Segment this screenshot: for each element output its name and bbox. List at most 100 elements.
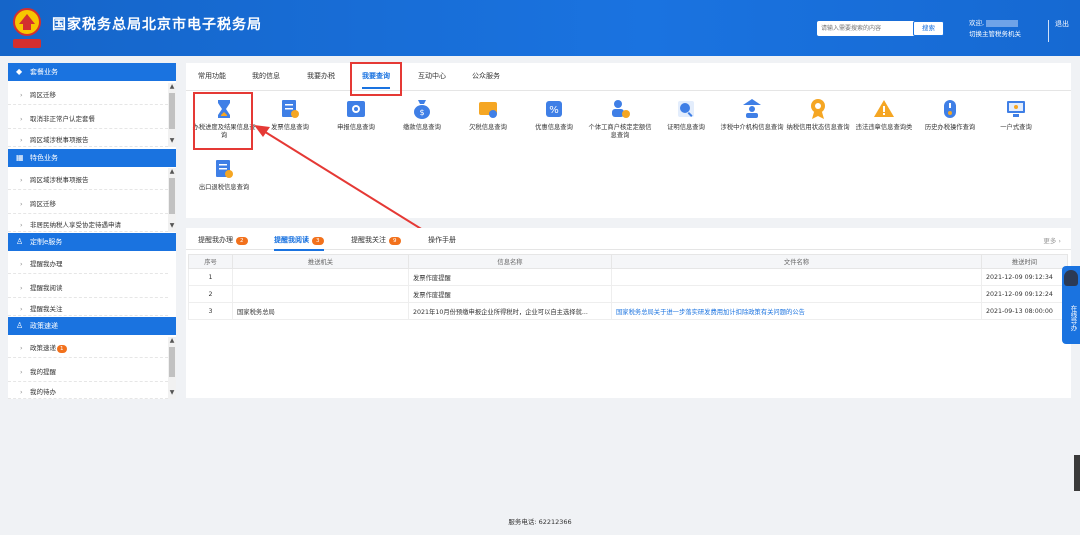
- scroll-down-icon[interactable]: ▼: [168, 137, 176, 145]
- function-tile[interactable]: % 优惠信息查询: [521, 97, 587, 132]
- tab-remind-handle[interactable]: 提醒我办理 2: [198, 235, 248, 245]
- table-row[interactable]: 2 发票作废提醒 2021-12-09 09:12:24: [188, 285, 1068, 303]
- scroll-up-icon[interactable]: ▲: [168, 337, 176, 345]
- function-tile[interactable]: 违法违章信息查询类: [851, 97, 917, 132]
- function-tile[interactable]: 出口退税信息查询: [191, 157, 257, 192]
- tab-my-info[interactable]: 我的信息: [252, 71, 280, 81]
- sidebar-item[interactable]: 提醒我阅读: [8, 278, 168, 298]
- svg-text:$: $: [419, 108, 424, 117]
- top-header: 国家税务总局北京市电子税务局 搜索 欢迎, 切换主管税务机关 退出: [0, 0, 1080, 56]
- tab-interaction[interactable]: 互动中心: [418, 71, 446, 81]
- function-label: 历史办税操作查询: [924, 124, 976, 131]
- table-row[interactable]: 3 国家税务总局 2021年10月份预缴申报企业所得税时，企业可以自主选择就..…: [188, 302, 1068, 320]
- sidebar-section-special[interactable]: ▦ 特色业务: [8, 149, 176, 167]
- sidebar-item[interactable]: 我的提醒: [8, 362, 168, 382]
- site-title: 国家税务总局北京市电子税务局: [52, 17, 262, 33]
- sidebar-item[interactable]: 提醒我办理: [8, 254, 168, 274]
- function-label: 一户式查询: [1000, 124, 1032, 131]
- scroll-thumb[interactable]: [169, 178, 175, 214]
- function-label: 纳税信用状态信息查询: [786, 124, 850, 131]
- function-tile[interactable]: 发票信息查询: [257, 97, 323, 132]
- query-panel: 常用功能 我的信息 我要办税 我要查询 互动中心 公众服务 办税进度及结果信息查…: [186, 62, 1071, 218]
- svg-text:%: %: [549, 105, 559, 116]
- reminder-table: 序号 推送机关 信息名称 文件名称 推送时间 1 发票作废提醒 2021-12-…: [188, 254, 1068, 320]
- highlight-box: [193, 92, 253, 150]
- scroll-thumb[interactable]: [169, 347, 175, 377]
- package-icon: ◆: [16, 67, 23, 76]
- tax-emblem-logo: [13, 8, 41, 48]
- function-tile[interactable]: $ 缴款信息查询: [389, 97, 455, 132]
- user-name-redacted: [986, 19, 1019, 27]
- agency-icon: [743, 99, 761, 118]
- function-label: 申报信息查询: [337, 124, 375, 131]
- assistant-avatar-icon: [1064, 270, 1078, 286]
- sidebar-item[interactable]: 提醒我关注: [8, 302, 168, 316]
- user-icon: ♙: [16, 321, 24, 330]
- sidebar-section-packages[interactable]: ◆ 套餐业务: [8, 63, 176, 81]
- scrollbar[interactable]: ▲ ▼: [168, 168, 176, 232]
- function-label: 欠税信息查询: [469, 124, 507, 131]
- function-label: 涉税中介机构信息查询: [720, 124, 784, 131]
- logout-link[interactable]: 退出: [1055, 19, 1069, 29]
- count-badge: 2: [236, 237, 248, 245]
- sidebar-item[interactable]: 我的待办: [8, 386, 168, 399]
- tab-remind-read[interactable]: 提醒我阅读 3: [274, 235, 324, 251]
- sidebar-section-policy[interactable]: ♙ 政策速递: [8, 317, 176, 335]
- function-tile[interactable]: 欠税信息查询: [455, 97, 521, 132]
- sidebar-item[interactable]: 政策速递1: [8, 338, 168, 358]
- warning-icon: [874, 100, 894, 117]
- count-badge: 3: [312, 237, 324, 245]
- count-badge: 9: [389, 237, 401, 245]
- credit-medal-icon: [811, 99, 825, 119]
- sidebar-item[interactable]: 跨区域涉税事项报告: [8, 133, 168, 147]
- tab-remind-follow[interactable]: 提醒我关注 9: [351, 235, 401, 245]
- function-tile[interactable]: 证明信息查询: [653, 97, 719, 132]
- export-refund-icon: [216, 160, 233, 178]
- history-icon: [944, 100, 956, 118]
- sidebar: ◆套餐业务 跨区迁移 取消非正常户认定套餐 跨区域涉税事项报告 ▲ ▼ ▦特色业…: [8, 63, 176, 399]
- tab-manual[interactable]: 操作手册: [428, 235, 456, 245]
- payment-bag-icon: $: [414, 100, 430, 119]
- tab-common[interactable]: 常用功能: [198, 71, 226, 81]
- tab-tax-handling[interactable]: 我要办税: [307, 71, 335, 81]
- scroll-down-icon[interactable]: ▼: [168, 222, 176, 230]
- main-tabs: 常用功能 我的信息 我要办税 我要查询 互动中心 公众服务: [186, 62, 1071, 96]
- sidebar-item[interactable]: 跨区迁移: [8, 194, 168, 214]
- reminder-panel: 提醒我办理 2 提醒我阅读 3 提醒我关注 9 操作手册 更多 › 序号 推送机关 信…: [186, 228, 1071, 398]
- online-guide-button[interactable]: 在线导办: [1062, 266, 1080, 344]
- side-handle[interactable]: [1074, 455, 1080, 491]
- scroll-thumb[interactable]: [169, 93, 175, 129]
- declaration-search-icon: [347, 101, 365, 117]
- switch-tax-authority-link[interactable]: 切换主管税务机关: [969, 29, 1021, 40]
- invoice-search-icon: [282, 100, 299, 118]
- sidebar-section-custom[interactable]: ♙ 定制e服务: [8, 233, 176, 251]
- discount-tag-icon: %: [546, 101, 562, 117]
- sidebar-item[interactable]: 跨区迁移: [8, 85, 168, 105]
- search-input[interactable]: [817, 21, 917, 36]
- search-button[interactable]: 搜索: [913, 21, 944, 36]
- function-label: 出口退税信息查询: [198, 184, 250, 191]
- column-header: 文件名称: [611, 254, 982, 269]
- reminder-tabs: 提醒我办理 2 提醒我阅读 3 提醒我关注 9 操作手册 更多 ›: [186, 228, 1071, 251]
- function-tile[interactable]: 历史办税操作查询: [917, 97, 983, 132]
- function-tile[interactable]: 纳税信用状态信息查询: [785, 97, 851, 132]
- scrollbar[interactable]: ▲ ▼: [168, 337, 176, 399]
- scroll-down-icon[interactable]: ▼: [168, 389, 176, 397]
- function-tile[interactable]: 一户式查询: [983, 97, 1049, 132]
- sidebar-item[interactable]: 非居民纳税人享受协定待遇申请: [8, 218, 168, 232]
- function-tile[interactable]: 个体工商户核定定额信息查询: [587, 97, 653, 140]
- function-tile[interactable]: 涉税中介机构信息查询: [719, 97, 785, 132]
- sidebar-item[interactable]: 取消非正常户认定套餐: [8, 109, 168, 129]
- function-label: 违法违章信息查询类: [855, 124, 913, 131]
- highlight-box: [350, 62, 402, 96]
- function-label: 个体工商户核定定额信息查询: [588, 124, 652, 139]
- function-tile[interactable]: 申报信息查询: [323, 97, 389, 132]
- scroll-up-icon[interactable]: ▲: [168, 83, 176, 91]
- function-label: 证明信息查询: [667, 124, 705, 131]
- sidebar-item[interactable]: 跨区域涉税事项报告: [8, 170, 168, 190]
- more-link[interactable]: 更多 ›: [1043, 235, 1061, 245]
- tab-public-service[interactable]: 公众服务: [472, 71, 500, 81]
- table-row[interactable]: 1 发票作废提醒 2021-12-09 09:12:34: [188, 268, 1068, 286]
- scrollbar[interactable]: ▲ ▼: [168, 83, 176, 147]
- scroll-up-icon[interactable]: ▲: [168, 168, 176, 176]
